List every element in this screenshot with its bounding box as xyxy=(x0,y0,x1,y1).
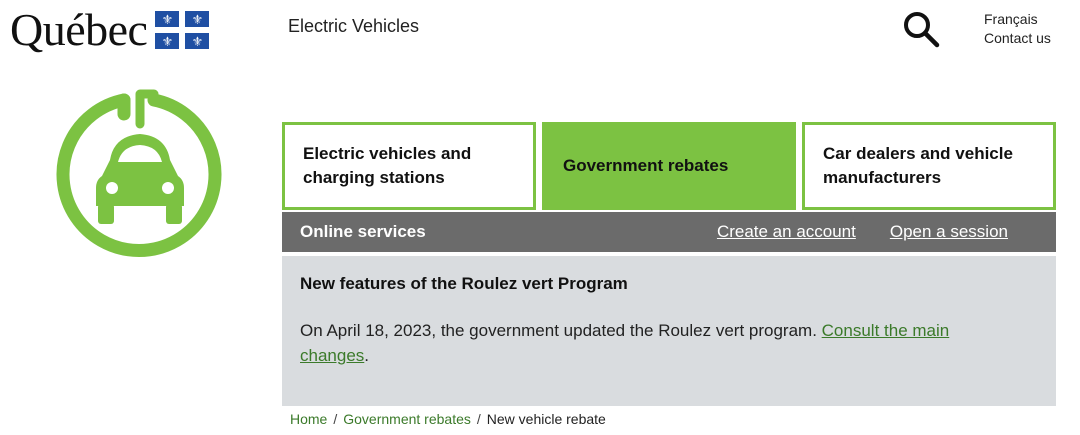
language-toggle-link[interactable]: Français xyxy=(984,10,1051,29)
online-services-label: Online services xyxy=(300,222,426,241)
tile-label: manufacturers xyxy=(823,168,942,187)
tile-car-dealers-manufacturers[interactable]: Car dealers and vehicle manufacturers xyxy=(802,122,1056,210)
create-account-link[interactable]: Create an account xyxy=(717,222,856,242)
breadcrumb-home[interactable]: Home xyxy=(290,411,327,427)
news-end: . xyxy=(364,346,370,365)
fleurdelise-flag-icon: ⚜ ⚜ ⚜ ⚜ xyxy=(155,11,210,49)
contact-us-link[interactable]: Contact us xyxy=(984,29,1051,48)
breadcrumb-current: New vehicle rebate xyxy=(486,411,606,427)
breadcrumb: Home / Government rebates / New vehicle reba… xyxy=(290,411,606,427)
tile-label: Government rebates xyxy=(563,156,729,175)
tile-label: Car dealers and vehicle xyxy=(823,144,1013,163)
news-text: On April 18, 2023, the government update… xyxy=(300,318,1000,368)
brand-wordmark: Québec xyxy=(10,4,148,55)
site-title[interactable]: Electric Vehicles xyxy=(288,16,419,37)
electric-car-plug-icon xyxy=(56,89,222,257)
open-session-link[interactable]: Open a session xyxy=(890,222,1008,242)
tile-ev-charging-stations[interactable]: Electric vehicles and charging stations xyxy=(282,122,536,210)
search-icon[interactable] xyxy=(902,10,940,48)
news-title: New features of the Roulez vert Program xyxy=(300,274,628,293)
breadcrumb-government-rebates[interactable]: Government rebates xyxy=(343,411,471,427)
breadcrumb-separator: / xyxy=(476,411,481,427)
news-notice-box: New features of the Roulez vert Program … xyxy=(282,256,1056,406)
online-services-bar: Online services Create an account Open a… xyxy=(282,212,1056,252)
tile-label: charging stations xyxy=(303,168,445,187)
tile-government-rebates[interactable]: Government rebates xyxy=(542,122,796,210)
breadcrumb-separator: / xyxy=(333,411,338,427)
news-body: On April 18, 2023, the government update… xyxy=(300,321,822,340)
quebec-logo[interactable]: Québec ⚜ ⚜ ⚜ ⚜ xyxy=(10,4,210,56)
header-links: Français Contact us xyxy=(984,10,1051,48)
main-navigation-tiles: Electric vehicles and charging stations … xyxy=(282,122,1056,210)
tile-label: Electric vehicles and xyxy=(303,144,472,163)
